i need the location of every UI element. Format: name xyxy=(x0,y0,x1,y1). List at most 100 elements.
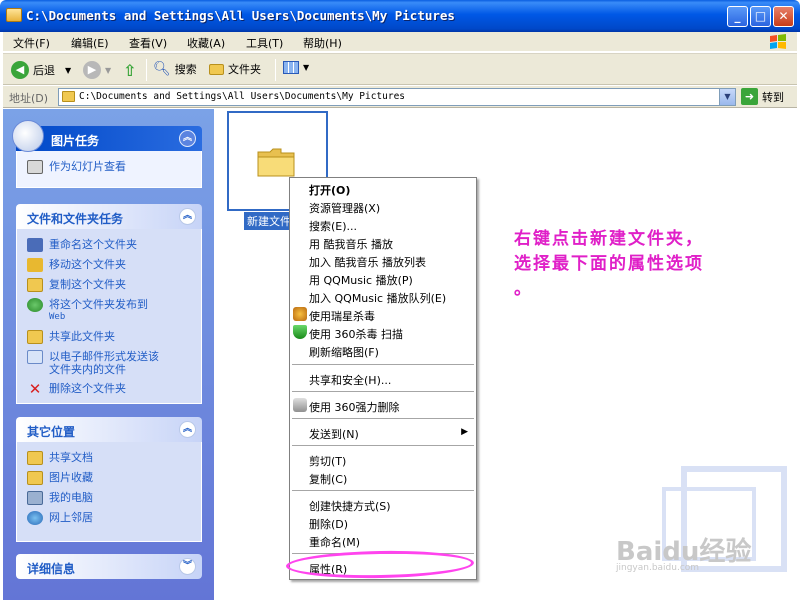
window-title: C:\Documents and Settings\All Users\Docu… xyxy=(26,8,455,23)
up-folder-button[interactable]: ⇧ xyxy=(123,61,136,80)
publish-web-icon xyxy=(27,298,43,312)
menu-qqmusic-add[interactable]: 加入 QQMusic 播放队列(E) xyxy=(309,290,446,306)
menu-edit[interactable]: 编辑(E) xyxy=(71,35,109,51)
folder-icon xyxy=(6,8,22,22)
toolbar-divider xyxy=(146,59,147,81)
file-tasks-panel: 文件和文件夹任务 ︽ 重命名这个文件夹 移动这个文件夹 复制这个文件夹 将这个文… xyxy=(16,204,202,404)
menu-divider xyxy=(292,490,474,491)
menu-qqmusic-play[interactable]: 用 QQMusic 播放(P) xyxy=(309,272,413,288)
picture-tasks-panel: 图片任务 ︽ 作为幻灯片查看 xyxy=(12,120,202,188)
search-button[interactable]: 🔍︎ 搜索 xyxy=(153,61,197,77)
collapse-icon[interactable]: ︽ xyxy=(179,208,196,225)
menu-file[interactable]: 文件(F) xyxy=(13,35,50,51)
chevron-down-icon: ▼ xyxy=(303,63,310,72)
details-panel: 详细信息 ︾ xyxy=(16,554,202,579)
go-button[interactable]: ➜ 转到 xyxy=(741,88,784,105)
delete-icon: ✕ xyxy=(28,380,42,398)
views-icon xyxy=(283,61,299,74)
menu-send-to[interactable]: 发送到(N) xyxy=(309,426,359,442)
collapse-icon[interactable]: ︽ xyxy=(179,421,196,438)
menu-view[interactable]: 查看(V) xyxy=(129,35,167,51)
task-move[interactable]: 移动这个文件夹 xyxy=(27,258,195,272)
place-my-pictures[interactable]: 图片收藏 xyxy=(27,471,195,485)
task-share[interactable]: 共享此文件夹 xyxy=(27,330,195,344)
place-shared-documents[interactable]: 共享文档 xyxy=(27,451,195,465)
annotation-text: 右键点击新建文件夹， 选择最下面的属性选项 。 xyxy=(514,229,704,299)
go-arrow-icon: ➜ xyxy=(741,88,758,105)
close-button[interactable]: ✕ xyxy=(773,6,794,27)
address-input[interactable]: C:\Documents and Settings\All Users\Docu… xyxy=(58,88,736,106)
file-tasks-body: 重命名这个文件夹 移动这个文件夹 复制这个文件夹 将这个文件夹发布到 Web 共享… xyxy=(16,229,202,404)
other-places-panel: 其它位置 ︽ 共享文档 图片收藏 我的电脑 网上邻居 xyxy=(16,417,202,542)
forward-button[interactable]: ▶ ▼ xyxy=(83,61,111,79)
menu-cut[interactable]: 剪切(T) xyxy=(309,453,346,469)
address-bar: 地址(D) C:\Documents and Settings\All User… xyxy=(3,86,797,108)
task-pane: 图片任务 ︽ 作为幻灯片查看 文件和文件夹任务 ︽ 重命名这个文件夹 移动这个文… xyxy=(3,109,214,600)
expand-icon[interactable]: ︾ xyxy=(179,558,196,575)
back-arrow-icon: ◀ xyxy=(11,61,29,79)
toolbar-divider xyxy=(275,59,276,81)
picture-tasks-icon xyxy=(12,120,44,152)
folders-button[interactable]: 文件夹 xyxy=(209,61,261,77)
rename-icon xyxy=(27,238,43,252)
menu-kuwo-add[interactable]: 加入 酷我音乐 播放列表 xyxy=(309,254,426,270)
move-folder-icon xyxy=(27,258,43,272)
watermark-url: jingyan.baidu.com xyxy=(616,563,700,573)
address-dropdown-button[interactable]: ▼ xyxy=(719,89,735,105)
toolbar: ◀ 后退 ▼ ▶ ▼ ⇧ 🔍︎ 搜索 文件夹 ▼ xyxy=(3,53,797,85)
windows-logo-icon xyxy=(770,34,786,49)
other-places-header[interactable]: 其它位置 ︽ xyxy=(16,417,202,442)
details-header[interactable]: 详细信息 ︾ xyxy=(16,554,202,579)
menu-divider xyxy=(292,364,474,365)
minimize-button[interactable]: _ xyxy=(727,6,748,27)
picture-tasks-body: 作为幻灯片查看 xyxy=(16,151,202,188)
menu-help[interactable]: 帮助(H) xyxy=(303,35,342,51)
pictures-folder-icon xyxy=(27,471,43,485)
email-icon xyxy=(27,350,43,364)
menu-bar: 文件(F) 编辑(E) 查看(V) 收藏(A) 工具(T) 帮助(H) xyxy=(3,32,797,52)
rising-antivirus-icon xyxy=(293,307,307,321)
back-button[interactable]: ◀ 后退 ▼ xyxy=(11,61,71,79)
menu-open[interactable]: 打开(O) xyxy=(309,182,350,198)
menu-search[interactable]: 搜索(E)... xyxy=(309,218,357,234)
copy-folder-icon xyxy=(27,278,43,292)
menu-explorer[interactable]: 资源管理器(X) xyxy=(309,200,380,216)
menu-share-security[interactable]: 共享和安全(H)... xyxy=(309,372,391,388)
menu-tools[interactable]: 工具(T) xyxy=(246,35,283,51)
share-folder-icon xyxy=(27,330,43,344)
shredder-icon xyxy=(293,398,307,412)
task-rename[interactable]: 重命名这个文件夹 xyxy=(27,238,195,252)
menu-delete[interactable]: 删除(D) xyxy=(309,516,348,532)
menu-rename[interactable]: 重命名(M) xyxy=(309,534,360,550)
maximize-button[interactable]: □ xyxy=(750,6,771,27)
chevron-down-icon: ▼ xyxy=(65,65,72,75)
picture-tasks-header[interactable]: 图片任务 ︽ xyxy=(12,120,202,152)
computer-icon xyxy=(27,491,43,505)
folder-icon xyxy=(257,148,295,177)
folder-icon xyxy=(62,91,75,102)
address-label: 地址(D) xyxy=(9,92,49,105)
menu-copy[interactable]: 复制(C) xyxy=(309,471,347,487)
menu-create-shortcut[interactable]: 创建快捷方式(S) xyxy=(309,498,391,514)
menu-kuwo-play[interactable]: 用 酷我音乐 播放 xyxy=(309,236,393,252)
search-icon: 🔍︎ xyxy=(153,61,171,77)
task-delete[interactable]: ✕ 删除这个文件夹 xyxy=(27,380,195,398)
collapse-icon[interactable]: ︽ xyxy=(179,130,196,147)
place-network[interactable]: 网上邻居 xyxy=(27,511,195,525)
task-publish-web[interactable]: 将这个文件夹发布到 Web xyxy=(27,298,195,324)
task-email[interactable]: 以电子邮件形式发送该 文件夹内的文件 xyxy=(27,350,195,376)
menu-rising-scan[interactable]: 使用瑞星杀毒 xyxy=(309,308,375,324)
network-icon xyxy=(27,511,43,525)
task-slideshow[interactable]: 作为幻灯片查看 xyxy=(27,160,195,174)
context-menu: 打开(O) 资源管理器(X) 搜索(E)... 用 酷我音乐 播放 加入 酷我音… xyxy=(289,177,477,580)
menu-favorites[interactable]: 收藏(A) xyxy=(187,35,225,51)
task-copy[interactable]: 复制这个文件夹 xyxy=(27,278,195,292)
menu-refresh-thumbnails[interactable]: 刷新缩略图(F) xyxy=(309,344,379,360)
other-places-body: 共享文档 图片收藏 我的电脑 网上邻居 xyxy=(16,442,202,542)
file-tasks-header[interactable]: 文件和文件夹任务 ︽ xyxy=(16,204,202,229)
menu-360-scan[interactable]: 使用 360杀毒 扫描 xyxy=(309,326,403,342)
place-my-computer[interactable]: 我的电脑 xyxy=(27,491,195,505)
folder-icon xyxy=(209,63,224,75)
views-button[interactable]: ▼ xyxy=(283,61,309,74)
menu-360-delete[interactable]: 使用 360强力删除 xyxy=(309,399,400,415)
